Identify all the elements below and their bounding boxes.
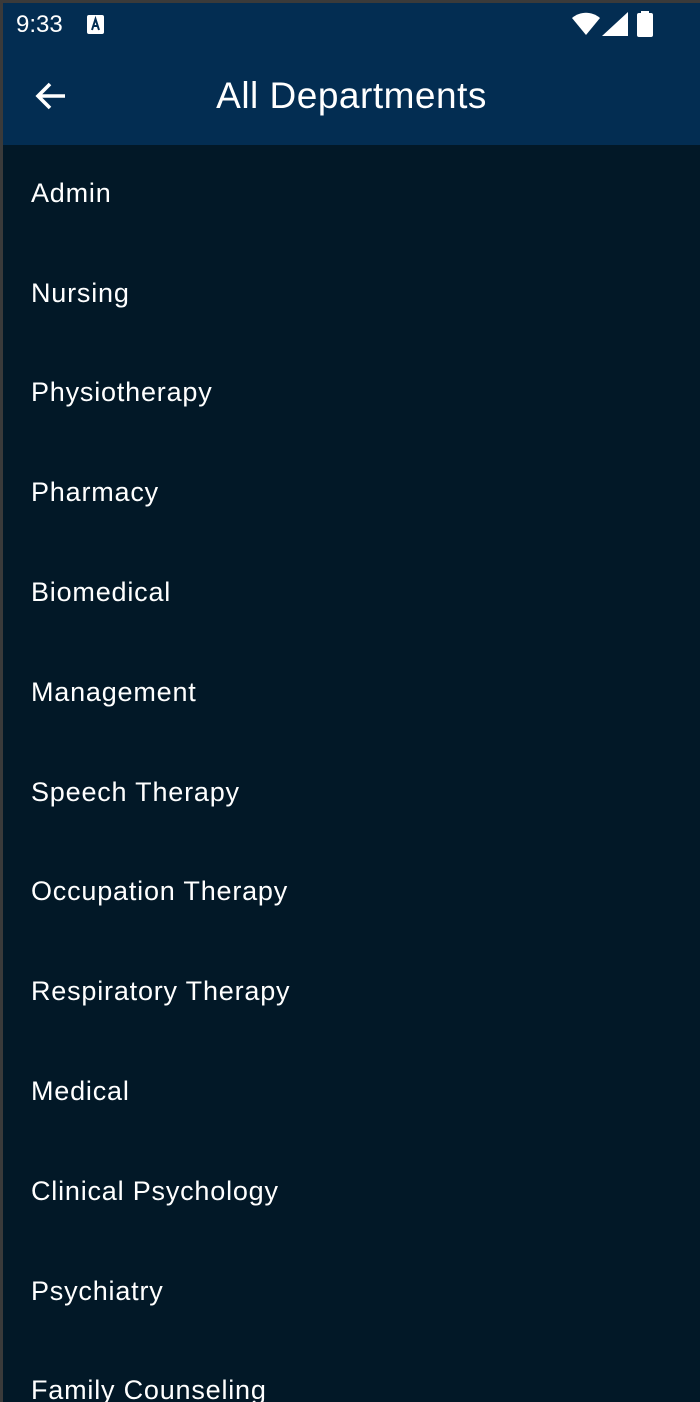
department-label: Clinical Psychology [31, 1175, 279, 1206]
department-item[interactable]: Speech Therapy [3, 744, 700, 844]
department-label: Management [31, 676, 197, 707]
department-item[interactable]: Medical [3, 1043, 700, 1143]
department-label: Psychiatry [31, 1275, 164, 1306]
app-bar: All Departments [3, 46, 700, 145]
department-list: Admin Nursing Physiotherapy Pharmacy Bio… [3, 145, 700, 1402]
status-time: 9:33 [16, 11, 63, 38]
page-title: All Departments [216, 75, 487, 116]
department-item[interactable]: Biomedical [3, 544, 700, 644]
department-label: Medical [31, 1076, 130, 1107]
department-item[interactable]: Occupation Therapy [3, 844, 700, 944]
department-label: Occupation Therapy [31, 876, 289, 907]
department-label: Biomedical [31, 577, 172, 608]
department-label: Family Counseling [31, 1375, 267, 1402]
department-item[interactable]: Physiotherapy [3, 345, 700, 445]
app-screen: 9:33 All Departments Admin Nursing Physi… [3, 3, 700, 1402]
accessibility-a-icon [87, 15, 104, 34]
department-item[interactable]: Psychiatry [3, 1243, 700, 1343]
department-item[interactable]: Management [3, 644, 700, 744]
department-label: Admin [31, 177, 112, 208]
department-item[interactable]: Admin [3, 145, 700, 245]
department-label: Pharmacy [31, 477, 159, 508]
wifi-icon [572, 12, 600, 35]
battery-icon [637, 11, 653, 37]
department-label: Speech Therapy [31, 776, 240, 807]
status-bar: 9:33 [3, 3, 700, 46]
department-item[interactable]: Pharmacy [3, 444, 700, 544]
department-item[interactable]: Clinical Psychology [3, 1143, 700, 1243]
cellular-signal-icon [602, 12, 628, 36]
department-item[interactable]: Respiratory Therapy [3, 943, 700, 1043]
department-item[interactable]: Nursing [3, 245, 700, 345]
department-item[interactable]: Family Counseling [3, 1343, 700, 1402]
department-label: Physiotherapy [31, 377, 213, 408]
department-label: Respiratory Therapy [31, 976, 291, 1007]
department-label: Nursing [31, 277, 130, 308]
